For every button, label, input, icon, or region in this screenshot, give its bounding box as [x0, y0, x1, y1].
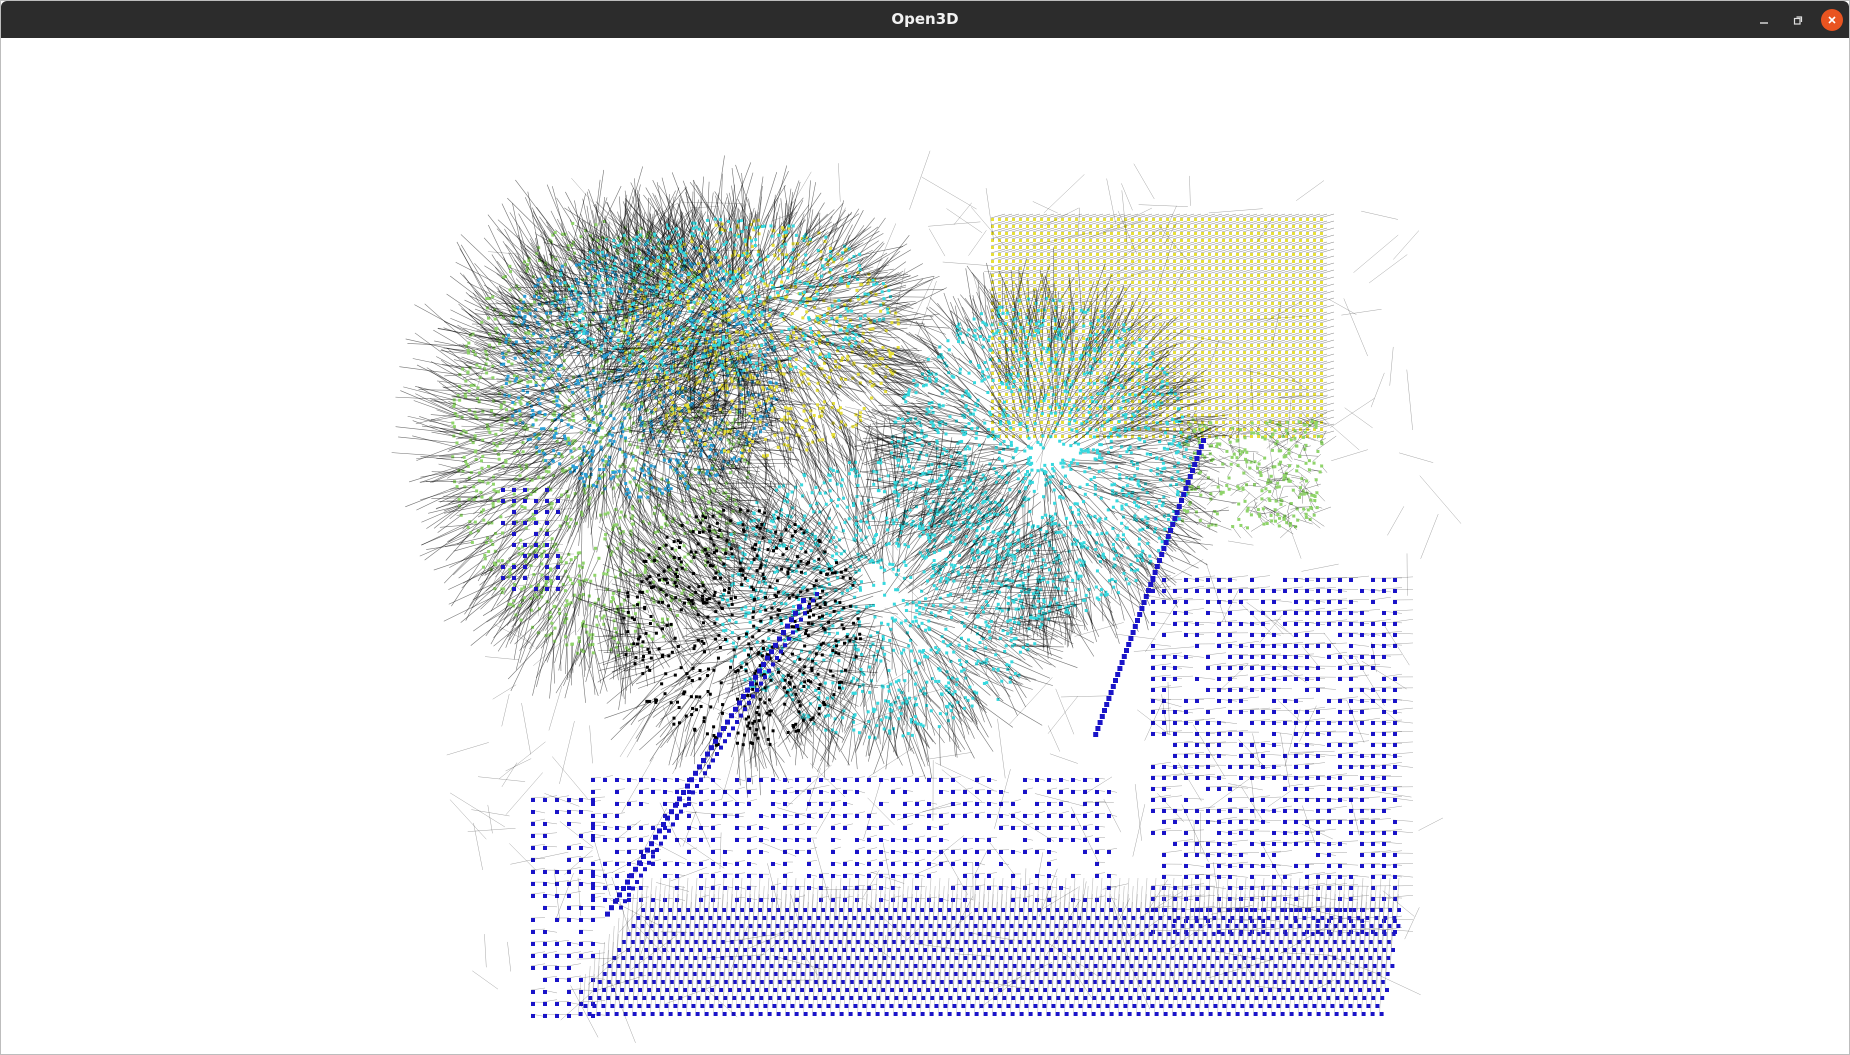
restore-icon [1792, 14, 1804, 26]
3d-viewport[interactable] [1, 38, 1849, 1054]
minimize-button[interactable] [1753, 9, 1775, 31]
window-title: Open3D [1, 1, 1849, 38]
close-icon [1826, 14, 1838, 26]
restore-button[interactable] [1787, 9, 1809, 31]
app-window: Open3D [0, 0, 1850, 1055]
point-cloud-render[interactable] [1, 38, 1849, 1054]
close-button[interactable] [1821, 9, 1843, 31]
title-bar[interactable]: Open3D [1, 1, 1849, 38]
minimize-icon [1758, 14, 1770, 26]
point-cloud-group [392, 151, 1461, 1043]
